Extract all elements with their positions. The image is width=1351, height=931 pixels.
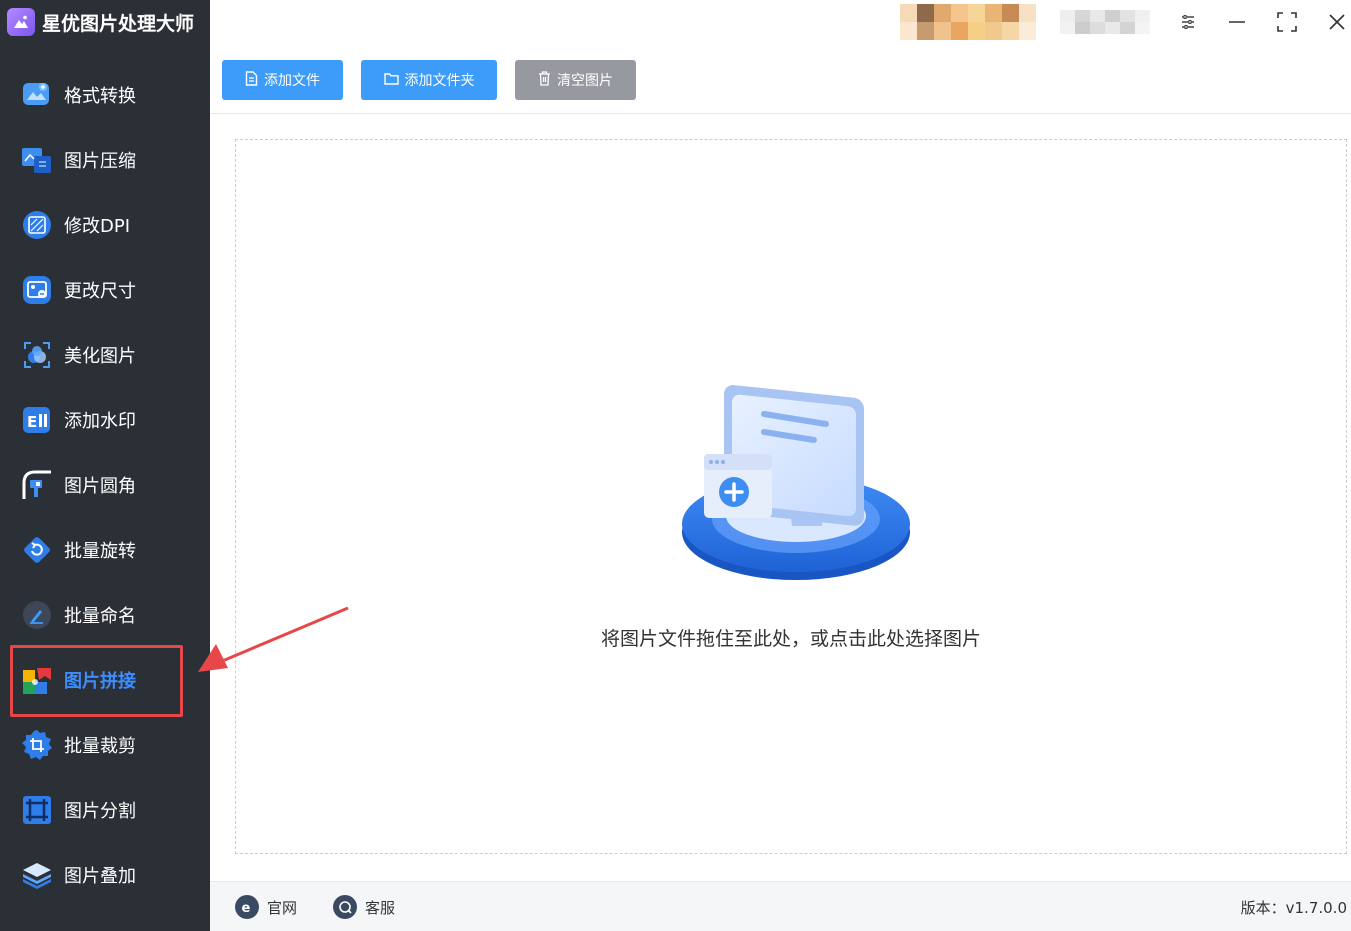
split-icon	[21, 794, 53, 826]
sidebar-item-label: 图片拼接	[64, 670, 136, 692]
sidebar-item-rounded-corner[interactable]: 图片圆角	[0, 452, 210, 517]
sidebar-item-label: 图片圆角	[64, 475, 136, 497]
sidebar-item-label: 更改尺寸	[64, 280, 136, 302]
svg-text:e: e	[242, 901, 251, 915]
maximize-icon[interactable]	[1271, 6, 1303, 38]
beautify-icon	[21, 339, 53, 371]
username-mosaic	[1060, 4, 1150, 40]
format-convert-icon	[21, 79, 53, 111]
sidebar-item-label: 批量命名	[64, 605, 136, 627]
clear-images-button[interactable]: 清空图片	[515, 60, 636, 100]
drop-zone[interactable]: 将图片文件拖住至此处，或点击此处选择图片	[235, 139, 1347, 854]
sidebar-item-beautify[interactable]: 美化图片	[0, 322, 210, 387]
sidebar-item-layers[interactable]: 图片叠加	[0, 842, 210, 907]
sidebar-nav: 格式转换 图片压缩 修改DPI 更改尺寸 美化图片 E 添加水印 图片圆角 批量…	[0, 62, 210, 907]
layers-icon	[21, 859, 53, 891]
sidebar-item-watermark[interactable]: E 添加水印	[0, 387, 210, 452]
file-icon	[245, 70, 258, 90]
add-file-label: 添加文件	[264, 73, 320, 89]
website-label: 官网	[267, 898, 298, 917]
sidebar-item-rename[interactable]: 批量命名	[0, 582, 210, 647]
browser-icon: e	[235, 895, 259, 919]
rotate-icon	[21, 534, 53, 566]
drop-hint-text: 将图片文件拖住至此处，或点击此处选择图片	[600, 628, 981, 650]
sidebar-item-puzzle[interactable]: 图片拼接	[0, 647, 210, 712]
version-text: 版本：v1.7.0.0	[1240, 898, 1347, 917]
image-compress-icon	[21, 144, 53, 176]
sidebar-item-label: 批量裁剪	[64, 735, 136, 757]
sidebar-item-label: 图片分割	[64, 800, 136, 822]
main-panel: 将图片文件拖住至此处，或点击此处选择图片	[210, 114, 1351, 881]
close-icon[interactable]	[1321, 6, 1351, 38]
folder-icon	[383, 72, 399, 89]
sidebar-item-resize[interactable]: 更改尺寸	[0, 257, 210, 322]
sidebar-item-label: 图片压缩	[64, 150, 136, 172]
add-file-button[interactable]: 添加文件	[222, 60, 343, 100]
monitor-add-illustration	[676, 374, 916, 589]
trash-icon	[538, 70, 551, 90]
sidebar-item-label: 批量旋转	[64, 540, 136, 562]
dpi-icon	[21, 209, 53, 241]
sidebar-item-image-compress[interactable]: 图片压缩	[0, 127, 210, 192]
sidebar: 星优图片处理大师 格式转换 图片压缩 修改DPI 更改尺寸 美化图片 E 添加水…	[0, 0, 210, 931]
add-folder-label: 添加文件夹	[404, 73, 475, 89]
crop-icon	[21, 729, 53, 761]
status-bar: e 官网 客服 版本：v1.7.0.0	[210, 881, 1351, 931]
website-link[interactable]: e 官网	[235, 882, 297, 931]
support-label: 客服	[365, 898, 396, 917]
toolbar: 添加文件 添加文件夹 清空图片	[210, 44, 1351, 114]
sidebar-item-format-convert[interactable]: 格式转换	[0, 62, 210, 127]
minimize-icon[interactable]	[1221, 6, 1253, 38]
sidebar-item-label: 美化图片	[64, 345, 136, 367]
rename-icon	[21, 599, 53, 631]
title-bar	[210, 0, 1351, 44]
chat-icon	[333, 895, 357, 919]
user-avatar-mosaic[interactable]	[900, 4, 1036, 40]
add-folder-button[interactable]: 添加文件夹	[361, 60, 497, 100]
sidebar-item-dpi[interactable]: 修改DPI	[0, 192, 210, 257]
settings-icon[interactable]	[1172, 6, 1204, 38]
app-title: 星优图片处理大师	[42, 12, 195, 35]
rounded-corner-icon	[21, 469, 53, 501]
support-link[interactable]: 客服	[333, 882, 395, 931]
mountain-image-icon	[7, 8, 35, 36]
sidebar-item-crop[interactable]: 批量裁剪	[0, 712, 210, 777]
clear-images-label: 清空图片	[557, 73, 613, 89]
puzzle-icon	[21, 664, 53, 696]
sidebar-item-label: 格式转换	[64, 85, 136, 107]
svg-text:E: E	[27, 413, 37, 431]
resize-icon	[21, 274, 53, 306]
sidebar-item-label: 修改DPI	[64, 215, 131, 237]
sidebar-item-label: 图片叠加	[64, 865, 136, 887]
app-header: 星优图片处理大师	[0, 0, 210, 44]
sidebar-item-label: 添加水印	[64, 410, 136, 432]
sidebar-item-rotate[interactable]: 批量旋转	[0, 517, 210, 582]
watermark-icon: E	[21, 404, 53, 436]
sidebar-item-split[interactable]: 图片分割	[0, 777, 210, 842]
